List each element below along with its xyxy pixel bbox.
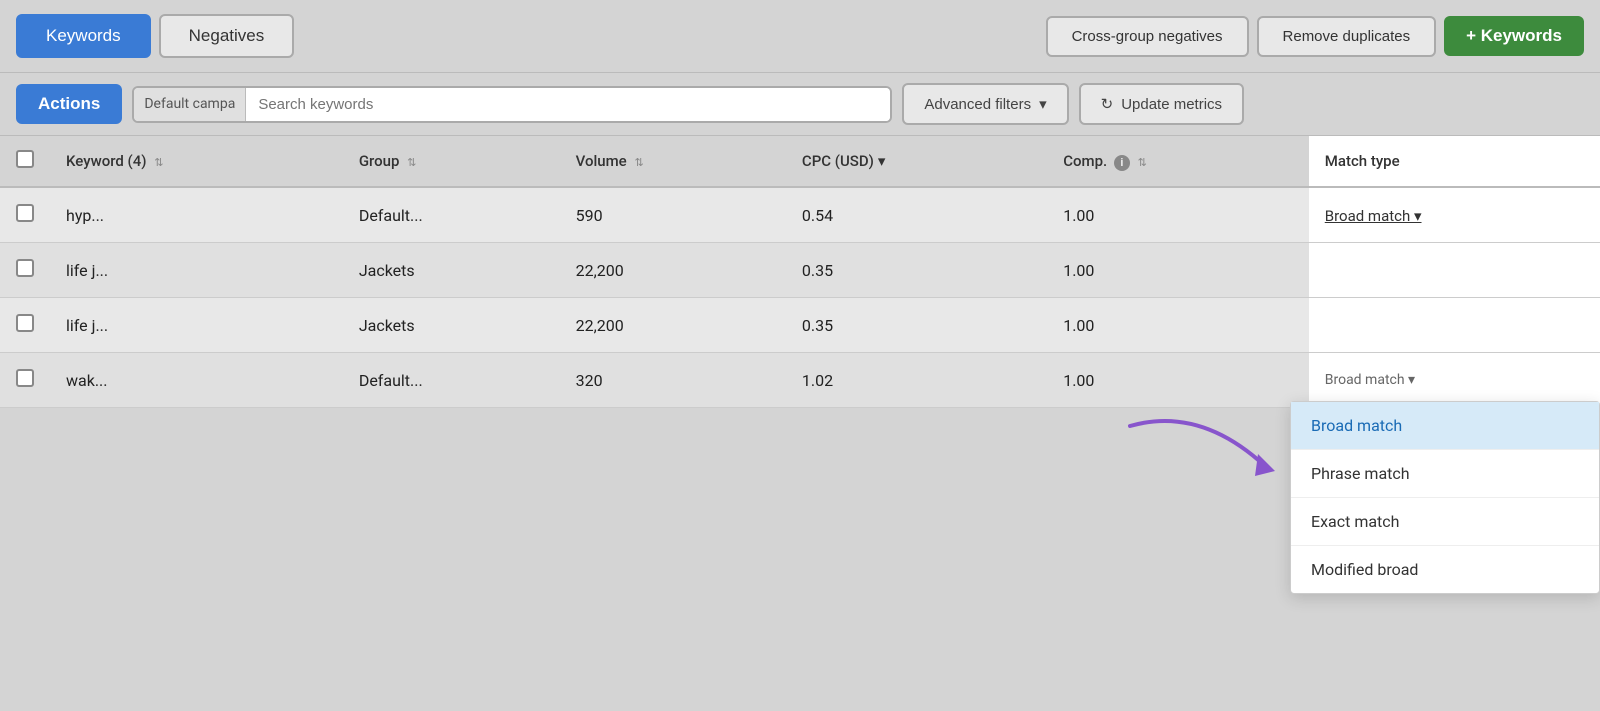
search-container: Default campa: [132, 86, 892, 123]
cell-comp: 1.00: [1047, 353, 1309, 408]
advanced-filters-label: Advanced filters: [924, 96, 1031, 113]
group-sort-icon: ⇅: [407, 156, 416, 169]
cell-volume: 22,200: [560, 298, 786, 353]
cell-group: Jackets: [343, 298, 560, 353]
cell-keyword: wak...: [50, 353, 343, 408]
broad-match-trigger[interactable]: Broad match ▾: [1325, 207, 1422, 225]
match-type-dropdown: Broad matchPhrase matchExact matchModifi…: [1290, 401, 1600, 594]
volume-sort-icon: ⇅: [634, 156, 643, 169]
top-bar: Keywords Negatives Cross-group negatives…: [0, 0, 1600, 73]
purple-arrow-annotation: [1120, 416, 1280, 500]
tab-keywords[interactable]: Keywords: [16, 14, 151, 58]
header-volume[interactable]: Volume ⇅: [560, 136, 786, 187]
actions-button[interactable]: Actions: [16, 84, 122, 124]
cell-group: Default...: [343, 187, 560, 243]
add-keywords-button[interactable]: + Keywords: [1444, 16, 1584, 56]
header-comp[interactable]: Comp. i ⇅: [1047, 136, 1309, 187]
dropdown-option[interactable]: Modified broad: [1291, 546, 1599, 593]
cell-cpc: 0.35: [786, 298, 1047, 353]
campaign-label: Default campa: [134, 88, 246, 121]
header-checkbox-col: [0, 136, 50, 187]
cell-volume: 320: [560, 353, 786, 408]
table-row: wak...Default...3201.021.00 Broad match ▾: [0, 353, 1600, 408]
dropdown-option[interactable]: Phrase match: [1291, 450, 1599, 498]
advanced-filters-button[interactable]: Advanced filters ▾: [902, 83, 1068, 125]
cell-comp: 1.00: [1047, 243, 1309, 298]
chevron-down-icon: ▾: [1039, 95, 1047, 113]
table-row: life j...Jackets22,2000.351.00: [0, 298, 1600, 353]
cell-keyword: life j...: [50, 298, 343, 353]
cell-match-type: Broad match ▾: [1309, 187, 1600, 243]
row-checkbox[interactable]: [16, 369, 34, 387]
cell-group: Jackets: [343, 243, 560, 298]
keywords-table: Keyword (4) ⇅ Group ⇅ Volume ⇅ CPC (USD): [0, 136, 1600, 408]
row-checkbox-cell: [0, 298, 50, 353]
refresh-icon: ↻: [1101, 95, 1114, 113]
header-group[interactable]: Group ⇅: [343, 136, 560, 187]
cell-cpc: 0.35: [786, 243, 1047, 298]
row-checkbox-cell: [0, 187, 50, 243]
cell-volume: 590: [560, 187, 786, 243]
select-all-checkbox[interactable]: [16, 150, 34, 168]
row-checkbox[interactable]: [16, 204, 34, 222]
row-checkbox-cell: [0, 353, 50, 408]
cell-cpc: 0.54: [786, 187, 1047, 243]
row-checkbox-cell: [0, 243, 50, 298]
cell-keyword: hyp...: [50, 187, 343, 243]
cross-group-negatives-button[interactable]: Cross-group negatives: [1046, 16, 1249, 57]
dropdown-option[interactable]: Exact match: [1291, 498, 1599, 546]
update-metrics-button[interactable]: ↻ Update metrics: [1079, 83, 1244, 125]
tab-negatives[interactable]: Negatives: [159, 14, 295, 58]
match-type-value[interactable]: Broad match ▾: [1325, 372, 1584, 388]
update-metrics-label: Update metrics: [1121, 96, 1222, 113]
cell-match-type: [1309, 298, 1600, 353]
keyword-sort-icon: ⇅: [154, 156, 163, 169]
cell-match-type: [1309, 243, 1600, 298]
cell-group: Default...: [343, 353, 560, 408]
table-header-row: Keyword (4) ⇅ Group ⇅ Volume ⇅ CPC (USD): [0, 136, 1600, 187]
row-checkbox[interactable]: [16, 259, 34, 277]
comp-info-icon: i: [1114, 155, 1130, 171]
cell-comp: 1.00: [1047, 187, 1309, 243]
toolbar-row: Actions Default campa Advanced filters ▾…: [0, 73, 1600, 136]
header-cpc[interactable]: CPC (USD) ▾: [786, 136, 1047, 187]
table-wrapper: Keyword (4) ⇅ Group ⇅ Volume ⇅ CPC (USD): [0, 136, 1600, 711]
cell-keyword: life j...: [50, 243, 343, 298]
cell-comp: 1.00: [1047, 298, 1309, 353]
table-row: life j...Jackets22,2000.351.00: [0, 243, 1600, 298]
cell-cpc: 1.02: [786, 353, 1047, 408]
cell-match-type: Broad match ▾: [1309, 353, 1600, 408]
cpc-sort-down-icon: ▾: [878, 152, 886, 170]
remove-duplicates-button[interactable]: Remove duplicates: [1257, 16, 1437, 57]
comp-sort-icon: ⇅: [1138, 156, 1147, 169]
cell-volume: 22,200: [560, 243, 786, 298]
row-checkbox[interactable]: [16, 314, 34, 332]
table-row: hyp...Default...5900.541.00 Broad match ▾: [0, 187, 1600, 243]
dropdown-option[interactable]: Broad match: [1291, 402, 1599, 450]
header-keyword[interactable]: Keyword (4) ⇅: [50, 136, 343, 187]
search-input[interactable]: [246, 88, 890, 121]
header-match-type: Match type: [1309, 136, 1600, 187]
